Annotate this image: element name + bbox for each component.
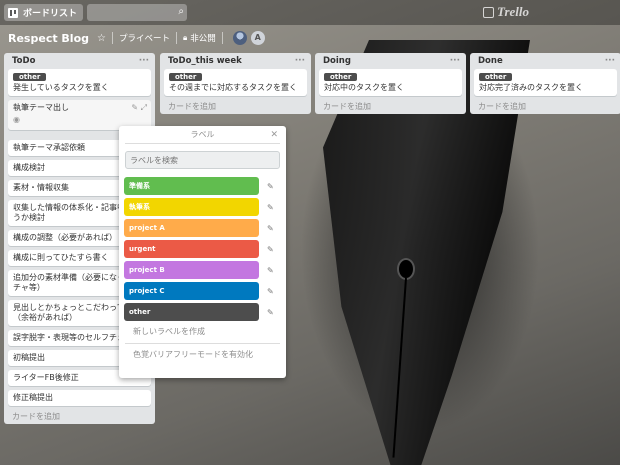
card-label: other	[13, 73, 47, 81]
card[interactable]: other 対応完了済みのタスクを置く	[474, 69, 617, 96]
board-title[interactable]: Respect Blog	[8, 32, 89, 45]
card-text: 構成検討	[13, 163, 45, 172]
search-icon[interactable]: ⌕	[178, 6, 184, 18]
card-label: other	[324, 73, 358, 81]
boards-button-label: ボードリスト	[23, 9, 78, 19]
edit-label-icon[interactable]: ✎	[267, 287, 274, 296]
label-option[interactable]: project C	[124, 282, 259, 300]
list-title[interactable]: ToDo	[12, 56, 35, 66]
edit-label-icon[interactable]: ✎	[267, 266, 274, 275]
card-text: 執筆テーマ承認依頼	[13, 143, 85, 152]
colorblind-mode-link[interactable]: 色覚バリアフリーモードを有効化	[133, 348, 280, 362]
label-row: project C ✎	[124, 282, 280, 300]
member-initial-avatar[interactable]: A	[250, 31, 265, 45]
member-avatar[interactable]	[232, 31, 247, 45]
list-doing: Doing ··· other 対応中のタスクを置く カードを追加	[315, 53, 466, 114]
edit-label-icon[interactable]: ✎	[267, 182, 274, 191]
card-text: 素材・情報収集	[13, 183, 69, 192]
trello-logo[interactable]: Trello	[483, 4, 529, 20]
card-text: 対応完了済みのタスクを置く	[479, 83, 583, 92]
card[interactable]: 修正稿提出	[8, 390, 151, 406]
label-row: urgent ✎	[124, 240, 280, 258]
header-divider	[221, 32, 223, 44]
pen-breather-hole	[397, 258, 415, 280]
trello-logo-text: Trello	[497, 4, 530, 19]
list-done: Done ··· other 対応完了済みのタスクを置く カードを追加	[470, 53, 620, 114]
list-header[interactable]: ToDo ···	[4, 53, 155, 69]
add-card-button[interactable]: カードを追加	[160, 100, 311, 114]
card-text: 対応中のタスクを置く	[324, 83, 404, 92]
edit-label-icon[interactable]: ✎	[267, 224, 274, 233]
card-text: ライターFB後修正	[13, 373, 79, 382]
list-title[interactable]: Doing	[323, 56, 351, 66]
list-title[interactable]: ToDo_this week	[168, 56, 242, 66]
visibility-label-secret: 非公開	[190, 34, 216, 44]
card[interactable]: other 発生しているタスクを置く	[8, 69, 151, 96]
card-text: 発生しているタスクを置く	[13, 83, 109, 92]
label-option[interactable]: 執筆系	[124, 198, 259, 216]
label-row: other ✎	[124, 303, 280, 321]
add-card-button[interactable]: カードを追加	[470, 100, 620, 114]
trello-logo-icon	[483, 6, 494, 18]
label-row: project A ✎	[124, 219, 280, 237]
card-label: other	[479, 73, 513, 81]
list-menu-icon[interactable]: ···	[295, 56, 305, 66]
label-option[interactable]: project A	[124, 219, 259, 237]
list-menu-icon[interactable]: ···	[450, 56, 460, 66]
card-text: 執筆テーマ出し	[13, 103, 69, 112]
top-bar: ボードリスト ⌕ Trello	[0, 0, 620, 25]
lock-icon: 🔒︎	[183, 33, 188, 42]
star-icon[interactable]: ☆	[97, 33, 106, 44]
card-text: その週までに対応するタスクを置く	[169, 83, 297, 92]
card-text: 初稿提出	[13, 353, 45, 362]
list-header[interactable]: ToDo_this week ···	[160, 53, 311, 69]
card-label: other	[169, 73, 203, 81]
list-todo-this-week: ToDo_this week ··· other その週までに対応するタスクを置…	[160, 53, 311, 114]
list-title[interactable]: Done	[478, 56, 503, 66]
card-text: 構成の調整（必要があれば）	[13, 233, 117, 242]
team-visibility-button[interactable]: プライベート	[119, 32, 170, 44]
popover-divider	[125, 343, 280, 344]
edit-label-icon[interactable]: ✎	[267, 245, 274, 254]
search-input[interactable]: ⌕	[87, 4, 188, 21]
card[interactable]: other 対応中のタスクを置く	[319, 69, 462, 96]
card-text: 構成に則ってひたすら書く	[13, 253, 109, 262]
label-option[interactable]: other	[124, 303, 259, 321]
card-edit-icons[interactable]: ✎ ⤢	[131, 103, 147, 113]
edit-label-icon[interactable]: ✎	[267, 308, 274, 317]
boards-button[interactable]: ボードリスト	[4, 4, 84, 21]
header-divider	[111, 32, 113, 44]
boards-icon	[8, 7, 18, 18]
header-divider	[176, 32, 177, 44]
list-header[interactable]: Done ···	[470, 53, 620, 69]
popover-title: ラベル	[190, 130, 215, 139]
create-label-link[interactable]: 新しいラベルを作成	[133, 325, 280, 339]
list-menu-icon[interactable]: ···	[605, 56, 615, 66]
label-row: 準備系 ✎	[124, 177, 280, 195]
board-visibility-button[interactable]: 🔒︎ 非公開	[183, 32, 216, 44]
close-icon[interactable]: ✕	[270, 126, 278, 144]
label-option[interactable]: urgent	[124, 240, 259, 258]
label-row: 執筆系 ✎	[124, 198, 280, 216]
add-card-button[interactable]: カードを追加	[315, 100, 466, 114]
list-header[interactable]: Doing ···	[315, 53, 466, 69]
card[interactable]: other その週までに対応するタスクを置く	[164, 69, 307, 96]
board-header: Respect Blog ☆ プライベート 🔒︎ 非公開 A	[0, 27, 620, 49]
card-text: 修正稿提出	[13, 393, 53, 402]
label-option[interactable]: project B	[124, 261, 259, 279]
list-menu-icon[interactable]: ···	[139, 56, 149, 66]
popover-header: ラベル ✕	[125, 126, 280, 144]
label-search-field[interactable]	[125, 151, 280, 169]
label-popover: ラベル ✕ 準備系✎執筆系✎project A✎urgent✎project B…	[119, 126, 286, 378]
visibility-label-private: プライベート	[118, 34, 170, 44]
edit-label-icon[interactable]: ✎	[267, 203, 274, 212]
label-option[interactable]: 準備系	[124, 177, 259, 195]
label-search-input[interactable]	[130, 152, 279, 168]
label-row: project B ✎	[124, 261, 280, 279]
add-card-button[interactable]: カードを追加	[4, 410, 155, 424]
watch-icon: ◉	[13, 115, 20, 124]
